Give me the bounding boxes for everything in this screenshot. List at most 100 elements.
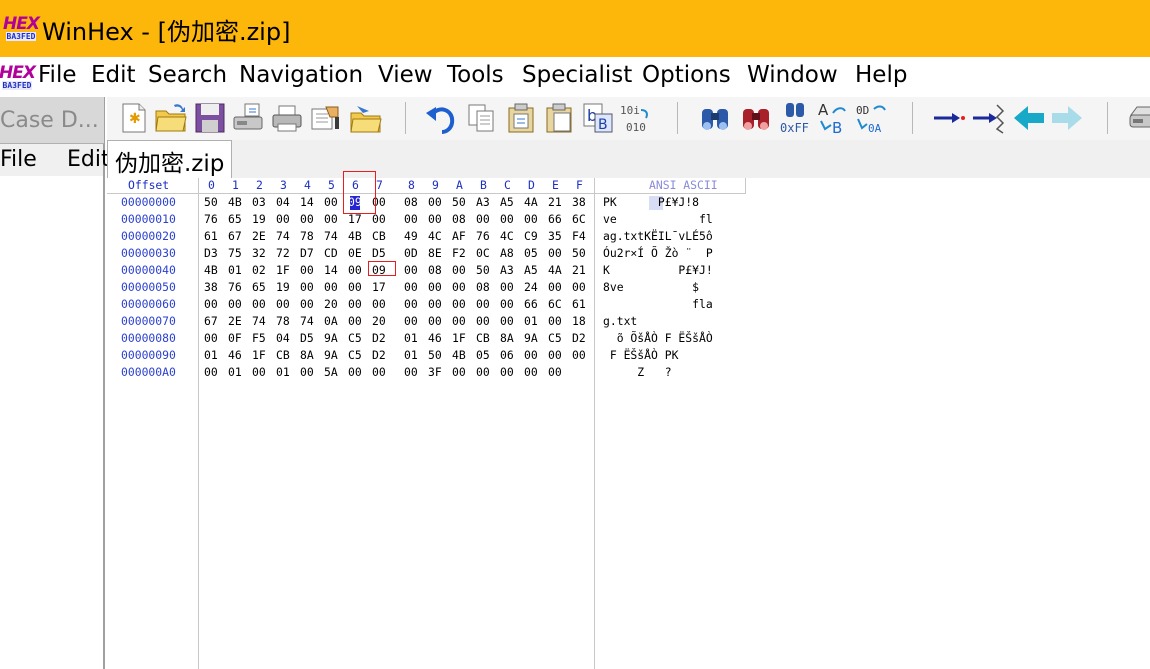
hex-byte[interactable]: 76 — [228, 280, 242, 294]
hex-byte[interactable]: 4B — [228, 195, 242, 209]
hex-byte[interactable]: CD — [324, 246, 338, 260]
hex-byte[interactable]: 1F — [276, 263, 290, 277]
hex-byte[interactable]: 00 — [300, 263, 314, 277]
find-text-icon[interactable] — [698, 101, 732, 135]
hex-byte[interactable]: 01 — [404, 348, 418, 362]
row-offset[interactable]: 000000A0 — [121, 365, 176, 379]
hex-byte[interactable]: 2E — [252, 229, 266, 243]
hex-byte[interactable]: 00 — [204, 365, 218, 379]
hex-byte[interactable]: 78 — [300, 229, 314, 243]
hex-byte[interactable]: 8A — [500, 331, 514, 345]
write-bits-icon[interactable]: 10i 010 — [619, 101, 653, 135]
hex-byte[interactable]: 74 — [276, 229, 290, 243]
hex-byte[interactable]: 05 — [524, 246, 538, 260]
hex-byte[interactable]: 00 — [572, 280, 586, 294]
hex-byte[interactable]: 18 — [572, 314, 586, 328]
case-data-tab[interactable]: Case D... — [0, 97, 104, 144]
hex-byte[interactable]: 66 — [524, 297, 538, 311]
hex-byte[interactable]: 00 — [372, 297, 386, 311]
menu-help[interactable]: Help — [855, 62, 907, 88]
hex-byte[interactable]: 09 — [348, 195, 362, 209]
hex-byte[interactable]: 1F — [452, 331, 466, 345]
hex-byte[interactable]: 00 — [300, 297, 314, 311]
hex-byte[interactable]: 00 — [476, 297, 490, 311]
hex-byte[interactable]: 00 — [324, 195, 338, 209]
open-folder-icon[interactable] — [154, 101, 188, 135]
hex-byte[interactable]: 00 — [428, 297, 442, 311]
document-tab[interactable]: 伪加密.zip — [107, 140, 232, 178]
paste-special-icon[interactable]: bB — [581, 101, 615, 135]
hex-byte[interactable]: 00 — [476, 314, 490, 328]
ansi-text-row[interactable]: ag.txtKËIL¯vLÉ5ô — [603, 229, 713, 243]
hex-byte[interactable]: 00 — [428, 212, 442, 226]
hex-byte[interactable]: 4B — [204, 263, 218, 277]
hex-byte[interactable]: 00 — [572, 348, 586, 362]
hex-byte[interactable]: 01 — [276, 365, 290, 379]
hex-byte[interactable]: AF — [452, 229, 466, 243]
hex-byte[interactable]: D2 — [372, 331, 386, 345]
save-icon[interactable] — [193, 101, 227, 135]
ansi-text-row[interactable]: fla — [603, 297, 713, 311]
row-offset[interactable]: 00000080 — [121, 331, 176, 345]
hex-byte[interactable]: 00 — [500, 314, 514, 328]
hex-byte[interactable]: D5 — [300, 331, 314, 345]
hex-byte[interactable]: CB — [476, 331, 490, 345]
back-icon[interactable] — [1012, 101, 1046, 135]
hex-byte[interactable]: D3 — [204, 246, 218, 260]
ansi-text-row[interactable]: K P£¥J! — [603, 263, 713, 277]
ansi-text-row[interactable]: F ËŠšÅÒ PK — [603, 348, 679, 362]
hex-byte[interactable]: 74 — [252, 314, 266, 328]
replace-hex-icon[interactable]: 0D 0A — [855, 101, 889, 135]
hex-byte[interactable]: 00 — [524, 212, 538, 226]
winhex-menu-logo-icon[interactable]: HEX BA3FED — [0, 62, 36, 92]
case-tree-area[interactable] — [0, 176, 103, 669]
hex-byte[interactable]: 74 — [300, 314, 314, 328]
hex-byte[interactable]: 9A — [524, 331, 538, 345]
copy-block-icon[interactable] — [465, 101, 499, 135]
hex-byte[interactable]: 0D — [404, 246, 418, 260]
hex-byte[interactable]: 76 — [476, 229, 490, 243]
row-offset[interactable]: 00000060 — [121, 297, 176, 311]
hex-byte[interactable]: 00 — [548, 314, 562, 328]
hex-byte[interactable]: D5 — [372, 246, 386, 260]
row-offset[interactable]: 00000050 — [121, 280, 176, 294]
cut-icon[interactable] — [505, 101, 539, 135]
hex-byte[interactable]: 00 — [252, 365, 266, 379]
hex-byte[interactable]: 65 — [228, 212, 242, 226]
hex-byte[interactable]: 08 — [404, 195, 418, 209]
hex-byte[interactable]: 00 — [300, 280, 314, 294]
save-disk-icon[interactable] — [231, 101, 265, 135]
hex-byte[interactable]: 46 — [228, 348, 242, 362]
hex-byte[interactable]: A8 — [500, 246, 514, 260]
hex-byte[interactable]: C5 — [348, 331, 362, 345]
hex-byte[interactable]: 00 — [404, 365, 418, 379]
hex-byte[interactable]: 8E — [428, 246, 442, 260]
hex-byte[interactable]: 4C — [428, 229, 442, 243]
hex-byte[interactable]: 72 — [276, 246, 290, 260]
hex-byte[interactable]: 00 — [428, 314, 442, 328]
hex-byte[interactable]: 01 — [404, 331, 418, 345]
hex-byte[interactable]: 00 — [300, 212, 314, 226]
hex-byte[interactable]: 00 — [452, 314, 466, 328]
case-menu-file[interactable]: File — [0, 147, 37, 172]
case-menu-edit[interactable]: Edit — [67, 147, 110, 172]
hex-byte[interactable]: 00 — [276, 212, 290, 226]
row-offset[interactable]: 00000070 — [121, 314, 176, 328]
ansi-text-row[interactable]: Óu2r×Í Õ Žò ¨ P — [603, 246, 713, 260]
hex-byte[interactable]: 00 — [404, 212, 418, 226]
hex-byte[interactable]: 67 — [228, 229, 242, 243]
hex-byte[interactable]: 00 — [404, 280, 418, 294]
hex-byte[interactable]: 50 — [204, 195, 218, 209]
hex-byte[interactable]: 0C — [476, 246, 490, 260]
menu-file[interactable]: File — [38, 62, 77, 88]
row-offset[interactable]: 00000030 — [121, 246, 176, 260]
hex-byte[interactable]: 3F — [428, 365, 442, 379]
find-value-icon[interactable]: 0xFF — [778, 101, 812, 135]
hex-byte[interactable]: 9A — [324, 331, 338, 345]
hex-byte[interactable]: F2 — [452, 246, 466, 260]
ansi-text-row[interactable]: g.txt — [603, 314, 637, 328]
hex-byte[interactable]: 00 — [348, 297, 362, 311]
undo-icon[interactable] — [424, 101, 458, 135]
hex-byte[interactable]: 06 — [500, 348, 514, 362]
hex-byte[interactable]: 6C — [572, 212, 586, 226]
